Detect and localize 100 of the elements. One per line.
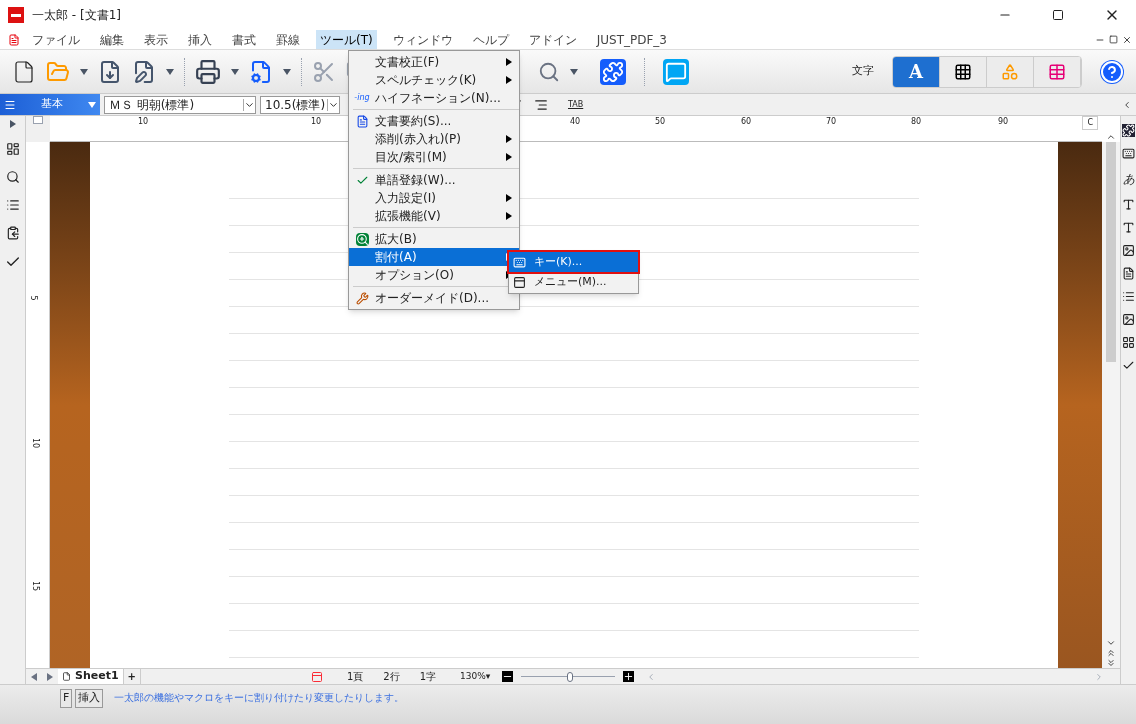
- zoom-out-icon[interactable]: [502, 671, 514, 682]
- menu-item[interactable]: 文書校正(F): [349, 53, 519, 71]
- menu-item[interactable]: 目次/索引(M): [349, 148, 519, 166]
- menu-item[interactable]: スペルチェック(K): [349, 71, 519, 89]
- next-sheet-icon[interactable]: [46, 672, 54, 681]
- help-icon[interactable]: [1100, 59, 1124, 84]
- menu-item[interactable]: ウィンドウ: [388, 30, 457, 49]
- key-icon: [513, 255, 526, 269]
- caret-icon[interactable]: [231, 67, 239, 76]
- document-icon[interactable]: [1122, 267, 1135, 280]
- restore-icon[interactable]: [1109, 35, 1118, 44]
- menu-item[interactable]: 添削(赤入れ)(P): [349, 130, 519, 148]
- caret-icon[interactable]: [570, 67, 578, 76]
- zoom-in-icon[interactable]: [623, 671, 635, 682]
- key-indicator: F: [60, 689, 73, 708]
- puzzle-icon[interactable]: [1122, 124, 1135, 137]
- menu-item[interactable]: アドイン: [524, 30, 581, 49]
- ruler-number: 60: [741, 116, 752, 128]
- caret-icon[interactable]: [166, 67, 174, 76]
- style-dropdown[interactable]: 基本: [0, 94, 100, 115]
- input-mode-indicator: 挿入: [75, 689, 104, 708]
- zoom-slider[interactable]: [521, 671, 616, 682]
- menu-item[interactable]: 文書要約(S)...: [349, 112, 519, 130]
- search-icon[interactable]: [538, 60, 560, 83]
- kana-button[interactable]: あ: [1122, 170, 1135, 188]
- sheet-tab[interactable]: Sheet1: [58, 669, 123, 684]
- font-size-field[interactable]: 10.5(標準): [260, 95, 340, 114]
- chevron-down-icon: [243, 98, 255, 111]
- picture-frame-icon[interactable]: [1122, 313, 1135, 326]
- list-icon[interactable]: [5, 198, 20, 212]
- status-message: 一太郎の機能やマクロをキーに割り付けたり変更したりします。: [114, 691, 405, 705]
- ruler-number: 5: [27, 295, 39, 301]
- keyboard-icon[interactable]: [1122, 147, 1135, 160]
- ruler-number: 15: [30, 580, 42, 592]
- zoom-level[interactable]: 130%▾: [460, 669, 491, 684]
- menu-item[interactable]: メニュー(M)...: [509, 272, 638, 292]
- zoom-icon: [355, 232, 369, 246]
- save-icon[interactable]: [98, 59, 122, 84]
- menu-item[interactable]: 罫線: [272, 30, 304, 49]
- font-icon[interactable]: [1122, 221, 1135, 234]
- printer-icon[interactable]: [195, 58, 221, 85]
- document-settings-icon[interactable]: [249, 59, 273, 84]
- previous-page-icon[interactable]: [1106, 648, 1116, 658]
- menu-item[interactable]: 拡張機能(V): [349, 207, 519, 225]
- ruler-number: 50: [655, 116, 666, 128]
- image-icon[interactable]: [1122, 244, 1135, 257]
- new-document-icon[interactable]: [12, 59, 36, 84]
- list-icon[interactable]: [1122, 290, 1135, 303]
- menu-item[interactable]: 入力設定(I): [349, 189, 519, 207]
- menu-icon: [513, 275, 526, 289]
- expand-icon[interactable]: [8, 120, 17, 128]
- font-field[interactable]: ＭＳ 明朝(標準): [104, 95, 256, 114]
- document-icon: [8, 33, 20, 46]
- shapes-icon: [1001, 62, 1019, 81]
- next-page-icon[interactable]: [1106, 658, 1116, 668]
- text-icon[interactable]: [1122, 198, 1135, 211]
- wrench-icon: [355, 291, 369, 305]
- menu-item[interactable]: 割付(A): [349, 248, 519, 266]
- slider-thumb[interactable]: [567, 671, 574, 682]
- checker-icon[interactable]: [1122, 336, 1135, 349]
- ruler-number: 80: [911, 116, 922, 128]
- caret-icon[interactable]: [283, 67, 291, 76]
- ruler-number: 90: [998, 116, 1009, 128]
- menu-item[interactable]: 挿入: [184, 30, 216, 49]
- menu-item[interactable]: -ing ハイフネーション(N)...: [349, 89, 519, 107]
- layout-mode-button[interactable]: [1034, 56, 1081, 87]
- search-icon[interactable]: [5, 170, 20, 184]
- caret-icon[interactable]: [80, 67, 88, 76]
- text-mode-button[interactable]: A: [893, 56, 940, 87]
- menu-item[interactable]: 編集: [96, 30, 128, 49]
- menu-item[interactable]: 単語登録(W)...: [349, 171, 519, 189]
- scroll-up-icon[interactable]: [1106, 132, 1116, 142]
- menu-item[interactable]: JUST_PDF_3: [592, 30, 671, 49]
- maximize-icon[interactable]: [1052, 9, 1064, 21]
- menu-item[interactable]: 拡大(B): [349, 230, 519, 248]
- menu-item[interactable]: ファイル: [28, 30, 84, 49]
- menu-item[interactable]: キー(K)...: [509, 252, 638, 272]
- edit-document-icon[interactable]: [132, 59, 156, 84]
- check-icon[interactable]: [1122, 359, 1135, 372]
- pages-icon[interactable]: [5, 226, 20, 240]
- close-icon[interactable]: [1122, 34, 1132, 45]
- view-icon[interactable]: [311, 670, 323, 683]
- table-mode-button[interactable]: [940, 56, 987, 87]
- tab-button[interactable]: TAB: [568, 98, 584, 111]
- caret-icon: [88, 100, 96, 109]
- ruler-number: 40: [570, 116, 581, 128]
- menu-item[interactable]: ヘルプ: [468, 30, 513, 49]
- chat-icon[interactable]: [663, 58, 689, 85]
- grid-icon[interactable]: [5, 142, 20, 156]
- scrollbar-thumb[interactable]: [1106, 142, 1116, 362]
- ruler-number: 10: [30, 437, 42, 449]
- grid-icon: [954, 62, 972, 81]
- menu-item[interactable]: 書式: [228, 30, 260, 49]
- menu-item[interactable]: ツール(T): [316, 30, 377, 49]
- previous-sheet-icon[interactable]: [30, 672, 38, 681]
- align-right-icon[interactable]: [534, 97, 548, 112]
- menu-item[interactable]: 表示: [140, 30, 172, 49]
- collapse-icon[interactable]: [1122, 99, 1132, 110]
- menu-item[interactable]: オーダーメイド(D)...: [349, 289, 519, 307]
- scroll-down-icon[interactable]: [1106, 638, 1116, 648]
